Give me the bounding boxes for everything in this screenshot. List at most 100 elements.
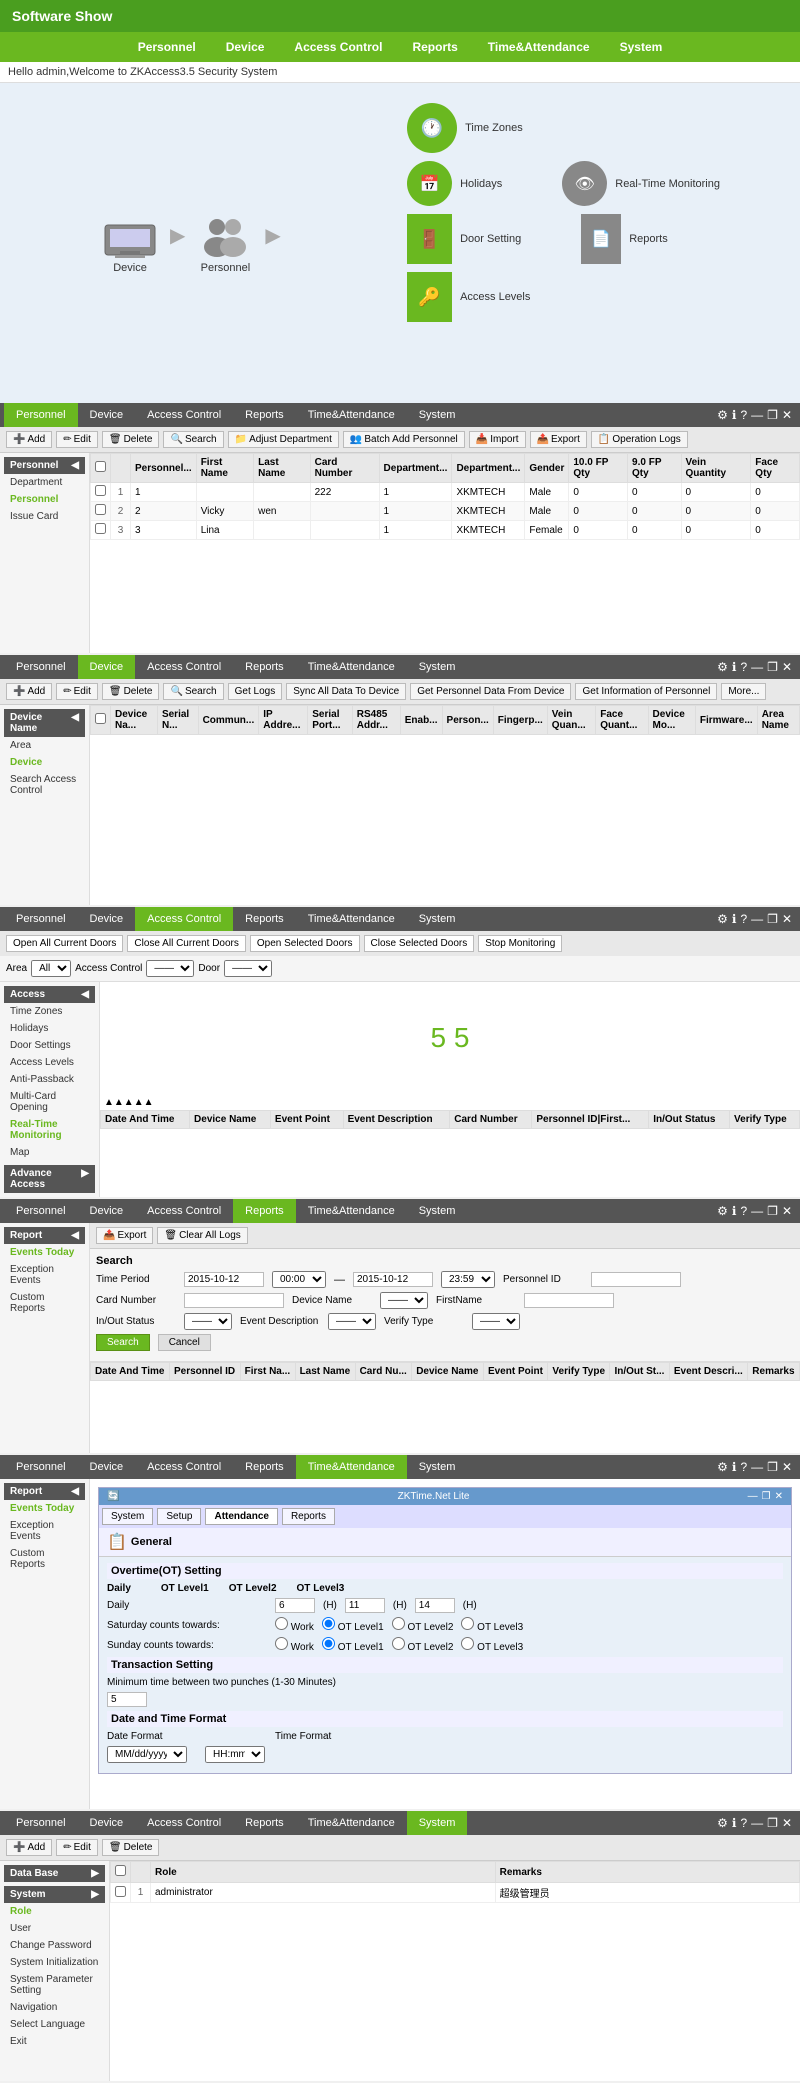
- ta-question-icon[interactable]: ?: [740, 1460, 747, 1474]
- rpnav-device[interactable]: Device: [78, 1199, 136, 1223]
- rp-cardnum-input[interactable]: [184, 1293, 284, 1308]
- nav-time-attendance[interactable]: Time&Attendance: [488, 40, 590, 54]
- ta-info-icon[interactable]: ℹ: [732, 1460, 737, 1474]
- ac-antipassback[interactable]: Anti-Passback: [4, 1071, 95, 1088]
- ac-doorsettings[interactable]: Door Settings: [4, 1037, 95, 1054]
- nav-system[interactable]: System: [620, 40, 663, 54]
- dnav-personnel[interactable]: Personnel: [4, 655, 78, 679]
- rp-from-date[interactable]: [184, 1272, 264, 1287]
- tanav-access[interactable]: Access Control: [135, 1455, 233, 1479]
- d-getpersonnel-btn[interactable]: Get Personnel Data From Device: [410, 683, 571, 700]
- rp-firstname-input[interactable]: [524, 1293, 614, 1308]
- nav-personnel[interactable]: Personnel: [138, 40, 196, 54]
- ac-timezones[interactable]: Time Zones: [4, 1003, 95, 1020]
- sidebar-issuecard[interactable]: Issue Card: [4, 508, 85, 525]
- ta-nav-attendance[interactable]: Attendance: [205, 1508, 277, 1525]
- ta-dateformat-select[interactable]: MM/dd/yyyy: [107, 1746, 187, 1763]
- sysnav-ta[interactable]: Time&Attendance: [296, 1811, 407, 1835]
- rpnav-ta[interactable]: Time&Attendance: [296, 1199, 407, 1223]
- close-icon[interactable]: ✕: [782, 408, 792, 422]
- ac-restore-icon[interactable]: ❐: [767, 912, 778, 926]
- sys-system-toggle[interactable]: ▶: [91, 1889, 99, 1900]
- sys-init-link[interactable]: System Initialization: [4, 1954, 105, 1971]
- d-restore-icon[interactable]: ❐: [767, 660, 778, 674]
- sys-restore-icon[interactable]: ❐: [767, 1816, 778, 1830]
- ac-accesslevels[interactable]: Access Levels: [4, 1054, 95, 1071]
- door-select[interactable]: ——: [224, 960, 272, 977]
- acnav-device[interactable]: Device: [78, 907, 136, 931]
- acnav-ta[interactable]: Time&Attendance: [296, 907, 407, 931]
- row-checkbox[interactable]: [95, 485, 106, 496]
- tanav-ta[interactable]: Time&Attendance: [296, 1455, 407, 1479]
- adjust-dept-btn[interactable]: 📁 Adjust Department: [228, 431, 339, 448]
- device-sidebar-toggle[interactable]: ◀: [71, 712, 79, 734]
- d-question-icon[interactable]: ?: [740, 660, 747, 674]
- ta-sun-ot3-radio[interactable]: [461, 1637, 474, 1650]
- tanav-device[interactable]: Device: [78, 1455, 136, 1479]
- ta-popup-close[interactable]: ✕: [775, 1491, 783, 1502]
- acnav-system[interactable]: System: [407, 907, 468, 931]
- rp-gear-icon[interactable]: ⚙: [717, 1204, 728, 1218]
- sys-db-toggle[interactable]: ▶: [91, 1868, 99, 1879]
- ta-close-icon[interactable]: ✕: [782, 1460, 792, 1474]
- rp-question-icon[interactable]: ?: [740, 1204, 747, 1218]
- d-add-btn[interactable]: ➕ Add: [6, 683, 52, 700]
- rp-from-time[interactable]: 00:00: [272, 1271, 326, 1288]
- pnav-device[interactable]: Device: [78, 403, 136, 427]
- d-info-icon[interactable]: ℹ: [732, 660, 737, 674]
- rp-events-today[interactable]: Events Today: [4, 1244, 85, 1261]
- ta-minbetween-input[interactable]: [107, 1692, 147, 1707]
- d-sidebar-searchac[interactable]: Search Access Control: [4, 771, 85, 799]
- row-checkbox[interactable]: [95, 523, 106, 534]
- d-search-btn[interactable]: 🔍 Search: [163, 683, 223, 700]
- minus-icon[interactable]: —: [751, 408, 763, 422]
- sys-add-btn[interactable]: ➕ Add: [6, 1839, 52, 1856]
- import-btn[interactable]: 📥 Import: [469, 431, 526, 448]
- rp-eventdesc-select[interactable]: ——: [328, 1313, 376, 1330]
- ta-sun-ot1-radio[interactable]: [322, 1637, 335, 1650]
- sys-select-all[interactable]: [115, 1865, 126, 1876]
- sysnav-personnel[interactable]: Personnel: [4, 1811, 78, 1835]
- rp-exception-events[interactable]: Exception Events: [4, 1261, 85, 1289]
- rp-to-date[interactable]: [353, 1272, 433, 1287]
- tanav-personnel[interactable]: Personnel: [4, 1455, 78, 1479]
- delete-btn[interactable]: 🗑 Delete: [102, 431, 160, 448]
- ac-question-icon[interactable]: ?: [740, 912, 747, 926]
- ta-events-today[interactable]: Events Today: [4, 1500, 85, 1517]
- nav-access-control[interactable]: Access Control: [294, 40, 382, 54]
- sys-edit-btn[interactable]: ✏ Edit: [56, 1839, 98, 1856]
- rp-verifytype-select[interactable]: ——: [472, 1313, 520, 1330]
- ta-sidebar-toggle[interactable]: ◀: [71, 1486, 79, 1497]
- sys-row-checkbox[interactable]: [115, 1886, 126, 1897]
- gear-icon[interactable]: ⚙: [717, 408, 728, 422]
- sysnav-device[interactable]: Device: [78, 1811, 136, 1835]
- sys-user-link[interactable]: User: [4, 1920, 105, 1937]
- rp-restore-icon[interactable]: ❐: [767, 1204, 778, 1218]
- d-select-all[interactable]: [95, 713, 106, 724]
- select-all-checkbox[interactable]: [95, 461, 106, 472]
- ta-sat-work-radio[interactable]: [275, 1617, 288, 1630]
- sys-nav-link[interactable]: Navigation: [4, 1999, 105, 2016]
- pnav-personnel[interactable]: Personnel: [4, 403, 78, 427]
- d-close-icon[interactable]: ✕: [782, 660, 792, 674]
- d-getinfo-btn[interactable]: Get Information of Personnel: [575, 683, 717, 700]
- close-all-doors-btn[interactable]: Close All Current Doors: [127, 935, 245, 952]
- sys-delete-btn[interactable]: 🗑 Delete: [102, 1839, 160, 1856]
- ta-exception-events[interactable]: Exception Events: [4, 1517, 85, 1545]
- rpnav-system[interactable]: System: [407, 1199, 468, 1223]
- ta-sat-ot3-radio[interactable]: [461, 1617, 474, 1630]
- sys-minus-icon[interactable]: —: [751, 1816, 763, 1830]
- op-logs-btn[interactable]: 📋 Operation Logs: [591, 431, 688, 448]
- ac-minus-icon[interactable]: —: [751, 912, 763, 926]
- sys-exit-link[interactable]: Exit: [4, 2033, 105, 2050]
- sys-close-icon[interactable]: ✕: [782, 1816, 792, 1830]
- dnav-reports[interactable]: Reports: [233, 655, 296, 679]
- info-icon[interactable]: ℹ: [732, 408, 737, 422]
- dnav-system[interactable]: System: [407, 655, 468, 679]
- dnav-device[interactable]: Device: [78, 655, 136, 679]
- ta-sun-ot2-radio[interactable]: [392, 1637, 405, 1650]
- pnav-access[interactable]: Access Control: [135, 403, 233, 427]
- restore-icon[interactable]: ❐: [767, 408, 778, 422]
- rp-search-btn[interactable]: Search: [96, 1334, 150, 1351]
- rp-inout-select[interactable]: ——: [184, 1313, 232, 1330]
